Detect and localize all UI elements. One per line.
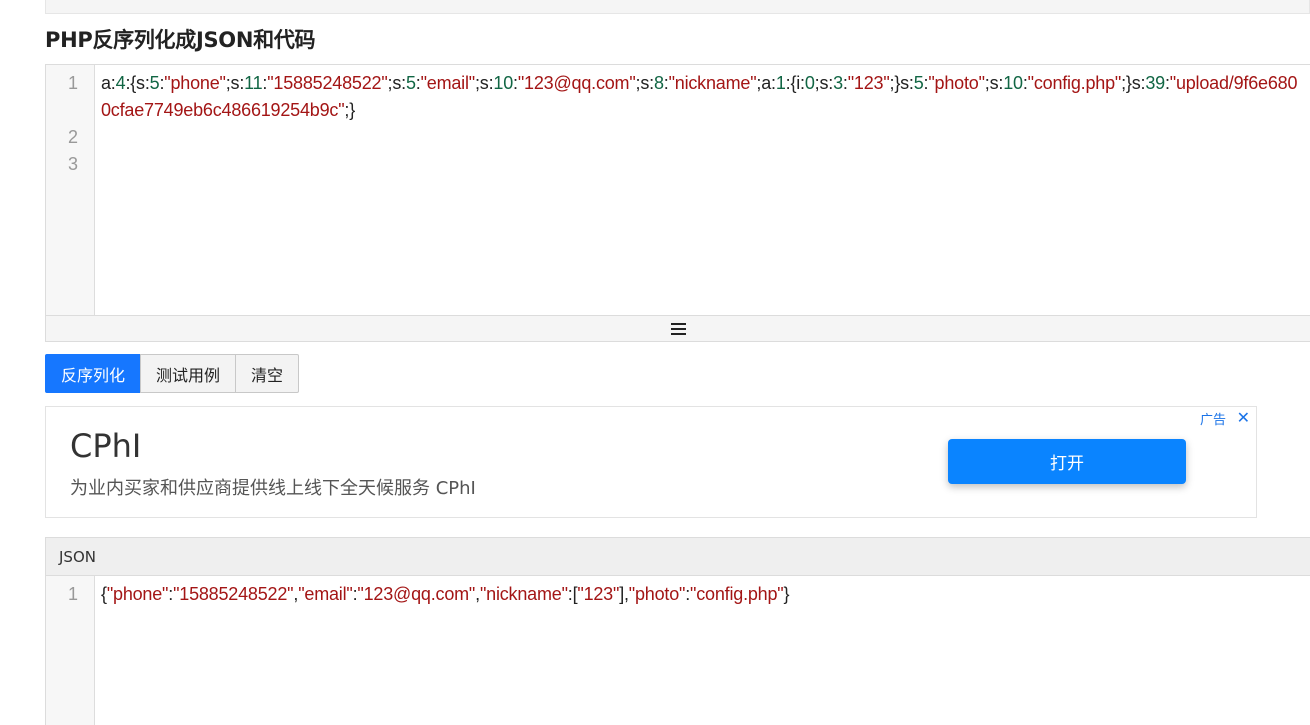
code-token: ;s: <box>984 73 1004 93</box>
code-token: ;} <box>344 100 356 120</box>
code-token: 11 <box>244 73 263 93</box>
code-token: "15885248522" <box>267 73 388 93</box>
code-token: 10 <box>1003 73 1023 93</box>
code-token: 5 <box>149 73 160 93</box>
test-case-button[interactable]: 测试用例 <box>140 354 237 393</box>
code-token: 3 <box>833 73 843 93</box>
code-token: "photo" <box>628 584 686 604</box>
code-token: "123@qq.com" <box>517 73 636 93</box>
code-token: "123" <box>577 584 620 604</box>
clear-button[interactable]: 清空 <box>235 354 300 393</box>
code-token: ;s: <box>474 73 494 93</box>
json-code-text[interactable]: {"phone":"15885248522","email":"123@qq.c… <box>101 581 1300 608</box>
json-panel-header: JSON <box>45 537 1310 576</box>
code-token: a: <box>101 73 116 93</box>
json-output-editor[interactable]: 1 {"phone":"15885248522","email":"123@qq… <box>45 576 1310 725</box>
ad-open-button[interactable]: 打开 <box>948 439 1186 484</box>
code-token: :{s: <box>125 73 150 93</box>
line-number: 2 <box>67 127 78 147</box>
close-icon[interactable]: ✕ <box>1237 408 1250 427</box>
code-token: "email" <box>420 73 476 93</box>
code-token: ;s: <box>225 73 245 93</box>
code-token: "config.php" <box>690 584 784 604</box>
line-number-gutter: 1 <box>46 576 95 725</box>
code-token: :{i: <box>785 73 805 93</box>
code-token: 5 <box>913 73 924 93</box>
deserialize-button[interactable]: 反序列化 <box>45 354 142 393</box>
code-token: :[ <box>567 584 578 604</box>
code-token: "phone" <box>164 73 226 93</box>
code-token: ;s: <box>814 73 834 93</box>
code-token: 5 <box>405 73 416 93</box>
line-number: 3 <box>67 154 78 174</box>
code-token: "email" <box>298 584 353 604</box>
code-token: 0 <box>804 73 815 93</box>
code-token: "123" <box>847 73 890 93</box>
code-token: "123@qq.com" <box>357 584 476 604</box>
code-token: 4 <box>115 73 126 93</box>
code-token: 10 <box>493 73 514 93</box>
code-token: "config.php" <box>1027 73 1122 93</box>
ad-banner[interactable]: CPhI 为业内买家和供应商提供线上线下全天候服务 CPhI 广告 ✕ 打开 <box>45 406 1257 518</box>
code-token: 39 <box>1145 73 1165 93</box>
line-number: 1 <box>67 584 78 604</box>
code-token: "photo" <box>928 73 985 93</box>
line-number-gutter: 1 2 3 <box>46 65 95 315</box>
code-token: "nickname" <box>479 584 568 604</box>
editor-resize-handle[interactable] <box>45 315 1310 342</box>
line-number: 1 <box>67 73 78 93</box>
code-token: ;}s: <box>889 73 914 93</box>
code-token: "15885248522" <box>173 584 294 604</box>
code-token: } <box>783 584 790 604</box>
top-strip <box>45 0 1310 14</box>
code-token: "phone" <box>106 584 169 604</box>
code-token: "nickname" <box>668 73 757 93</box>
ad-description: 为业内买家和供应商提供线上线下全天候服务 CPhI <box>70 478 476 499</box>
code-token: ;a: <box>756 73 776 93</box>
page-title: PHP反序列化成JSON和代码 <box>45 28 316 52</box>
action-button-group: 反序列化 测试用例 清空 <box>45 354 300 393</box>
code-token: 8 <box>653 73 664 93</box>
hamburger-icon <box>670 322 686 335</box>
code-token: ], <box>619 584 629 604</box>
code-token: ;}s: <box>1121 73 1146 93</box>
ad-title: CPhI <box>70 427 142 465</box>
serialized-code-text[interactable]: a:4:{s:5:"phone";s:11:"15885248522";s:5:… <box>101 70 1300 124</box>
ad-label[interactable]: 广告 <box>1200 409 1226 428</box>
code-token: 1 <box>775 73 786 93</box>
serialized-input-editor[interactable]: 1 2 3 a:4:{s:5:"phone";s:11:"15885248522… <box>45 64 1310 316</box>
code-token: ;s: <box>635 73 655 93</box>
code-token: ;s: <box>387 73 407 93</box>
